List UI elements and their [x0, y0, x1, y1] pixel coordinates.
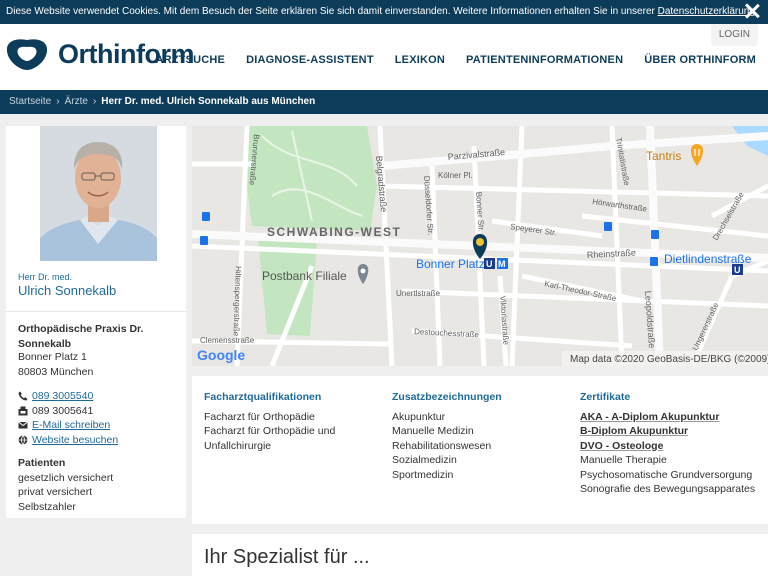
map-label-schwabing: SCHWABING-WEST [267, 225, 401, 239]
logo-mark-icon [6, 39, 48, 70]
svg-text:U: U [486, 259, 493, 269]
map-label-clemens: Clemensstraße [200, 336, 255, 345]
qualifications-column: Facharztqualifikationen Facharzt für Ort… [204, 390, 374, 453]
certificates-column: Zertifikate AKA - A-Diplom Akupunktur B-… [580, 390, 760, 497]
website-link[interactable]: Website besuchen [32, 433, 118, 448]
additional-heading: Zusatzbezeichnungen [392, 391, 502, 403]
patients-heading: Patienten [18, 457, 66, 469]
nav-patienteninformationen[interactable]: PATIENTENINFORMATIONEN [466, 54, 623, 66]
certificate-item: Sonografie des Bewegungsapparates [580, 483, 756, 495]
patients-item: gesetzlich versichert [18, 471, 114, 484]
contact-website: Website besuchen [18, 433, 118, 448]
breadcrumb-current: Herr Dr. med. Ulrich Sonnekalb aus Münch… [101, 96, 316, 107]
specialist-heading: Ihr Spezialist für ... [204, 546, 370, 568]
doctor-photo [40, 126, 157, 261]
breadcrumb-separator: › [56, 96, 60, 107]
additional-item: Sozialmedizin [392, 454, 457, 466]
cookie-text: Diese Website verwendet Cookies. Mit dem… [6, 6, 658, 17]
patients-section: Patienten gesetzlich versichert privat v… [18, 456, 113, 514]
contact-phone: 089 3005540 [18, 389, 118, 404]
divider [6, 311, 186, 312]
map-label-bonner-platz: Bonner Platz [416, 257, 485, 271]
breadcrumb-startseite[interactable]: Startseite [9, 96, 51, 107]
certificate-link[interactable]: AKA - A-Diplom Akupunktur [580, 410, 760, 425]
globe-icon [18, 435, 28, 445]
certificate-item: Psychosomatische Grundversorgung [580, 468, 753, 481]
main-nav: ARZTSUCHE DIAGNOSE-ASSISTENT LEXIKON PAT… [155, 54, 756, 66]
certificate-item: Manuelle Therapie [580, 454, 667, 466]
doctor-sidebar: Herr Dr. med. Ulrich Sonnekalb Orthopädi… [6, 126, 186, 518]
breadcrumb-aerzte[interactable]: Ärzte [65, 96, 88, 107]
certificates-heading: Zertifikate [580, 391, 631, 403]
address: Bonner Platz 1 80803 München [18, 350, 93, 380]
privacy-link[interactable]: Datenschutzerklärung [658, 6, 755, 17]
additional-item: Sportmedizin [392, 468, 454, 481]
map-label-unerti: Unertlstraße [396, 289, 441, 298]
certificate-link[interactable]: DVO - Osteologe [580, 439, 760, 454]
nav-lexikon[interactable]: LEXIKON [395, 54, 445, 66]
qualifications-heading: Facharztqualifikationen [204, 391, 322, 403]
fax-icon [18, 406, 28, 416]
site-header: Orthinform LOGIN ARZTSUCHE DIAGNOSE-ASSI… [0, 24, 768, 90]
qualifications-panel: Facharztqualifikationen Facharzt für Ort… [192, 376, 768, 524]
additional-column: Zusatzbezeichnungen Akupunktur Manuelle … [392, 390, 562, 482]
svg-text:U: U [734, 265, 741, 275]
login-button[interactable]: LOGIN [710, 24, 758, 46]
map-attribution: Map data ©2020 GeoBasis-DE/BKG (©2009) [570, 354, 768, 365]
practice-name: Orthopädische Praxis Dr. Sonnekalb [18, 323, 144, 350]
svg-text:M: M [498, 259, 506, 269]
map-label-tantris: Tantris [646, 149, 681, 163]
phone-link[interactable]: 089 3005540 [32, 389, 93, 404]
nav-ueber-orthinform[interactable]: ÜBER ORTHINFORM [644, 54, 756, 66]
envelope-icon [18, 421, 28, 429]
phone-icon [18, 391, 28, 401]
contact-list: 089 3005540 089 3005641 E-Mail schreiben… [18, 389, 118, 447]
patients-item: privat versichert [18, 486, 93, 498]
patients-item: Selbstzahler [18, 500, 76, 513]
close-icon[interactable] [744, 3, 760, 19]
additional-item: Akupunktur [392, 410, 446, 423]
address-street: Bonner Platz 1 [18, 351, 87, 363]
additional-item: Rehabilitationswesen [392, 439, 492, 452]
google-logo: Google [197, 347, 245, 363]
qualification-item: Facharzt für Orthopädie und Unfallchirur… [204, 425, 336, 452]
breadcrumb: Startseite › Ärzte › Herr Dr. med. Ulrich So… [0, 90, 768, 114]
specialist-section: Ihr Spezialist für ... [192, 534, 768, 576]
cookie-bar: Diese Website verwendet Cookies. Mit dem… [0, 0, 768, 24]
map-label-koelner: Kölner Pl. [438, 171, 473, 180]
email-link[interactable]: E-Mail schreiben [32, 418, 110, 433]
additional-item: Manuelle Medizin [392, 425, 474, 437]
qualification-item: Facharzt für Orthopädie [204, 410, 315, 423]
address-city: 80803 München [18, 366, 94, 378]
doctor-name: Ulrich Sonnekalb [18, 283, 117, 298]
nav-diagnose-assistent[interactable]: DIAGNOSE-ASSISTENT [246, 54, 374, 66]
contact-fax: 089 3005641 [18, 404, 118, 419]
location-map[interactable]: Parzivalstraße Belgradstraße Rheinstraße… [192, 126, 768, 366]
breadcrumb-separator: › [92, 96, 97, 107]
doctor-title: Herr Dr. med. [18, 272, 73, 282]
contact-email: E-Mail schreiben [18, 418, 118, 433]
certificate-link[interactable]: B-Diplom Akupunktur [580, 424, 760, 439]
fax-number: 089 3005641 [32, 404, 94, 417]
map-label-dietlinden: Dietlindenstraße [664, 252, 752, 266]
map-label-postbank: Postbank Filiale [262, 269, 347, 283]
nav-arztsuche[interactable]: ARZTSUCHE [155, 54, 225, 66]
